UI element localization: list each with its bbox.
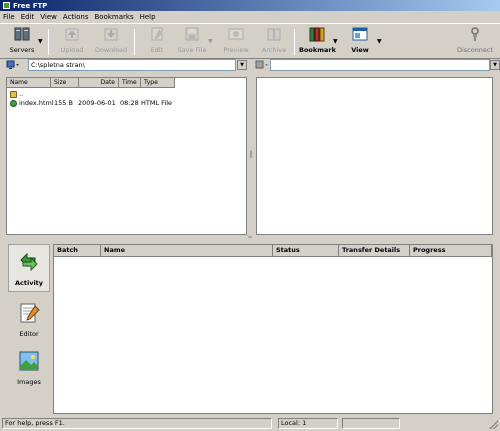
menu-bookmarks[interactable]: Bookmarks [94,13,133,21]
sidebar-item-editor[interactable]: Editor [8,296,50,344]
menu-file[interactable]: File [3,13,15,21]
toolbar-separator [134,29,135,55]
upload-icon [65,28,79,41]
upload-button[interactable]: Upload [54,26,90,58]
sidebar-label-editor: Editor [19,330,39,338]
status-bar: For help, press F1. Local: 1 [0,416,500,431]
menu-actions[interactable]: Actions [63,13,89,21]
save-file-dropdown-arrow[interactable]: ▼ [208,38,213,45]
bookmark-dropdown-arrow[interactable]: ▼ [333,38,338,45]
local-path-input[interactable] [28,59,236,71]
save-file-label: Save File [177,46,207,54]
disconnect-button[interactable]: Disconnect [454,26,496,58]
menu-help[interactable]: Help [140,13,156,21]
file-name: .. [19,90,24,98]
download-label: Download [94,46,128,54]
view-dropdown-arrow[interactable]: ▼ [377,38,382,45]
window-title: Free FTP [13,1,48,10]
archive-label: Archive [261,46,287,54]
remote-path-input[interactable] [270,59,490,71]
list-item[interactable]: index.html 155 B 2009-06-01 08:28 HTML F… [7,99,247,108]
bookmark-button[interactable]: Bookmark [299,26,336,58]
bookmark-icon [309,27,325,42]
parent-folder-icon [10,91,17,98]
view-button[interactable]: View [342,26,378,58]
activity-icon [20,252,38,272]
servers-button[interactable]: Servers [4,26,40,58]
html-file-icon [10,100,17,107]
preview-button[interactable]: Preview [218,26,254,58]
queue-header-status[interactable]: Status [273,245,339,257]
toolbar-separator [294,29,295,55]
column-header-time[interactable]: Time [119,78,141,88]
transfer-queue[interactable]: Batch Name Status Transfer Details Progr… [53,244,493,414]
editor-icon [20,303,40,323]
servers-icon [14,27,30,41]
local-file-list[interactable]: Name Size Date Time Type .. index.html 1… [6,77,247,235]
preview-label: Preview [223,46,249,54]
disconnect-label: Disconnect [456,46,494,54]
app-icon [3,2,10,9]
horizontal-splitter[interactable]: ═ [240,235,260,241]
status-local-count: Local: 1 [278,418,338,429]
menu-view[interactable]: View [40,13,57,21]
edit-label: Edit [150,46,164,54]
sidebar-item-activity[interactable]: Activity [8,244,50,292]
queue-header-progress[interactable]: Progress [410,245,492,257]
resize-grip[interactable] [489,420,498,429]
disconnect-icon [471,27,479,41]
toolbar: Servers ▼ Upload Download Edit Save File… [0,23,500,59]
preview-icon [228,28,244,40]
save-file-icon [185,27,199,41]
menu-edit[interactable]: Edit [21,13,35,21]
bookmark-label: Bookmark [299,46,336,54]
remote-server-icon[interactable] [255,60,269,70]
servers-label: Servers [9,46,35,54]
remote-file-list[interactable] [256,77,493,235]
status-help-text: For help, press F1. [2,418,272,429]
remote-path-dropdown[interactable]: ▼ [490,60,500,70]
download-icon [104,28,118,41]
sidebar-label-activity: Activity [14,279,44,287]
view-icon [352,27,368,41]
archive-icon [267,28,281,41]
column-header-name[interactable]: Name [7,78,51,88]
column-header-date[interactable]: Date [79,78,119,88]
status-panel-empty [342,418,400,429]
file-name: index.html [19,99,54,107]
vertical-splitter[interactable]: ‖ [248,150,254,162]
images-icon [19,351,39,371]
activity-sidebar: Activity Editor Images [6,244,52,414]
toolbar-separator [48,29,49,55]
edit-button[interactable]: Edit [139,26,175,58]
local-path-bar: ▼ [0,59,250,72]
download-button[interactable]: Download [93,26,129,58]
local-computer-icon[interactable] [6,60,20,70]
queue-header-name[interactable]: Name [101,245,273,257]
archive-button[interactable]: Archive [256,26,292,58]
file-time: 08:28 [120,99,139,107]
queue-header-transfer-details[interactable]: Transfer Details [339,245,410,257]
save-file-button[interactable]: Save File [174,26,210,58]
title-bar: Free FTP [0,0,500,11]
menu-bar: File Edit View Actions Bookmarks Help [0,11,500,23]
view-label: View [351,46,369,54]
edit-icon [151,27,163,41]
sidebar-label-images: Images [17,378,41,386]
remote-path-bar: ▼ [250,59,500,72]
local-path-dropdown[interactable]: ▼ [237,60,247,70]
upload-label: Upload [60,46,84,54]
file-date: 2009-06-01 [78,99,116,107]
file-size: 155 B [54,99,73,107]
list-item[interactable]: .. [7,90,247,99]
sidebar-item-images[interactable]: Images [8,344,50,392]
file-type: HTML File [141,99,173,107]
queue-header-batch[interactable]: Batch [54,245,101,257]
column-header-size[interactable]: Size [51,78,79,88]
servers-dropdown-arrow[interactable]: ▼ [38,38,43,45]
column-header-type[interactable]: Type [141,78,175,88]
